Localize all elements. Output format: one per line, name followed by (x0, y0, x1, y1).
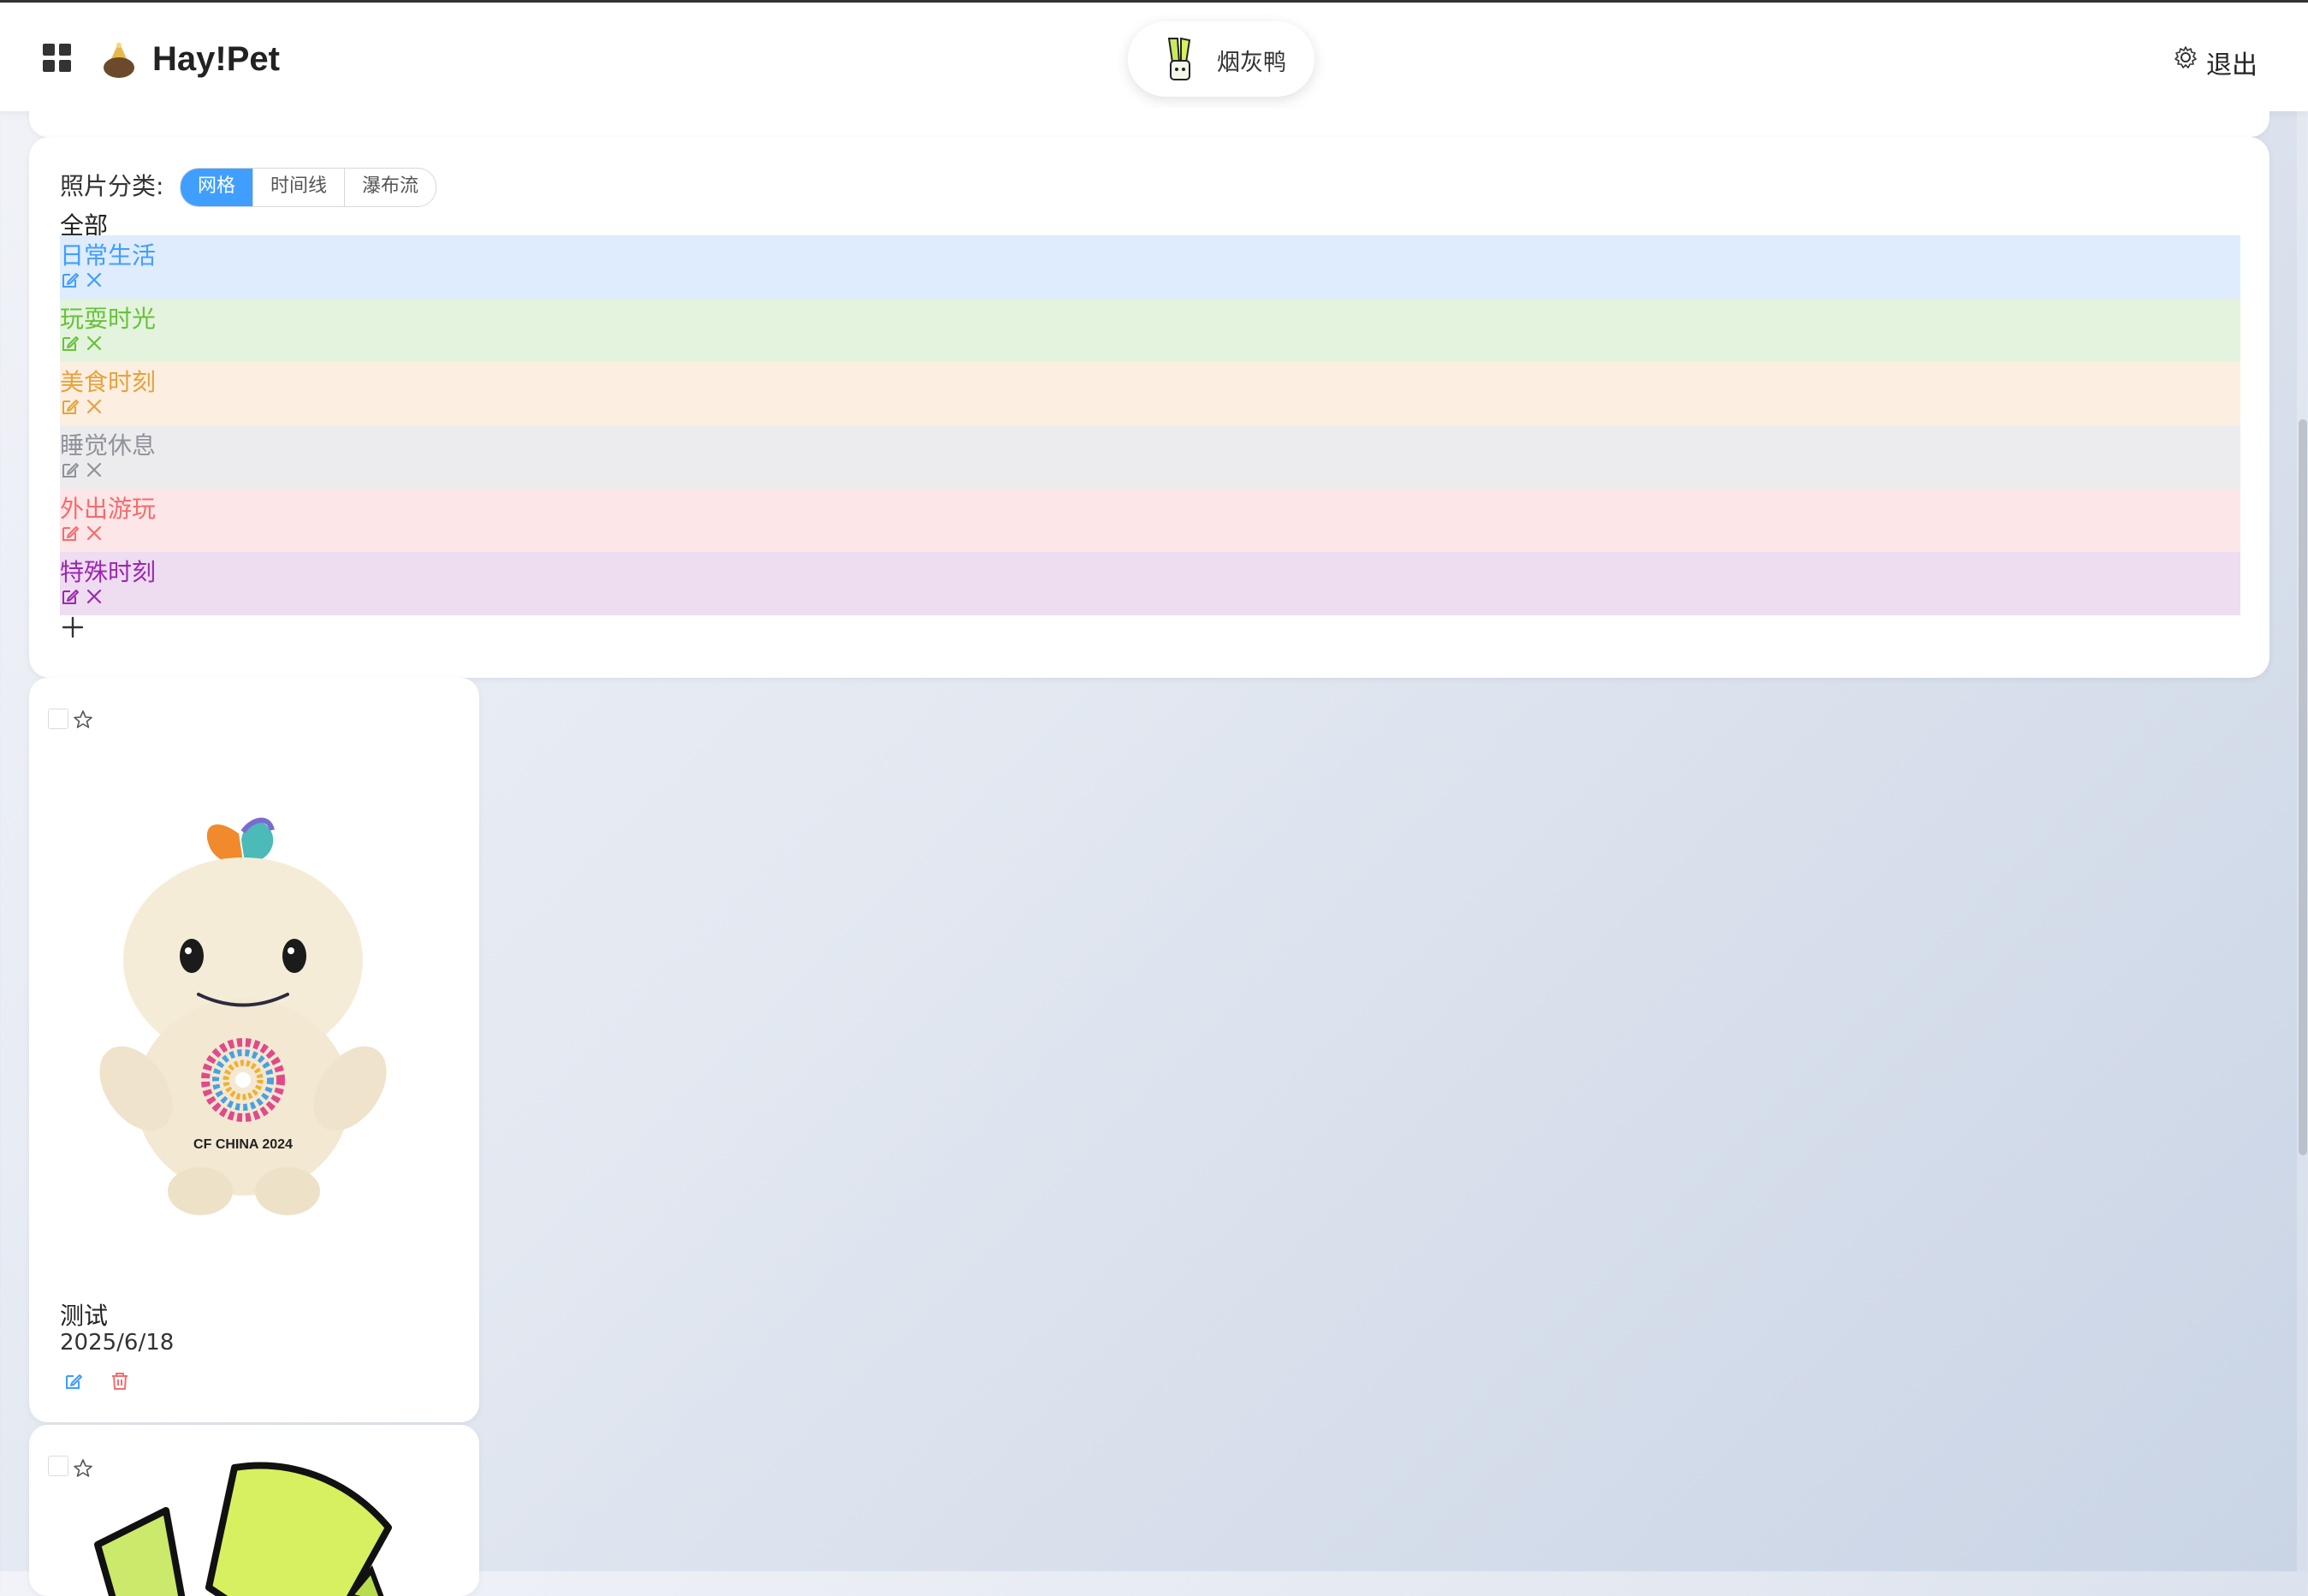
category-row[interactable]: 特殊时刻 (60, 552, 2240, 615)
category-row[interactable]: 日常生活 (60, 235, 2240, 299)
photo-title: 测试 (60, 1302, 109, 1330)
photo-date: 2025/6/18 (60, 1330, 175, 1356)
star-icon[interactable] (72, 709, 94, 731)
logo-icon (104, 42, 134, 78)
view-mode-toggle: 网格 时间线 瀑布流 (180, 168, 437, 207)
photo-card[interactable] (29, 1425, 479, 1596)
select-checkbox[interactable] (48, 709, 68, 729)
user-name: 烟灰鸭 (1217, 50, 1286, 76)
apps-grid-icon[interactable] (43, 44, 72, 73)
close-icon[interactable] (86, 461, 103, 478)
view-mode-timeline[interactable]: 时间线 (253, 169, 346, 206)
edit-icon[interactable] (60, 333, 80, 353)
category-row[interactable]: 睡觉休息 (60, 425, 2240, 489)
photo-card[interactable]: CF CHINA 2024 测试 2025/6/18 (29, 678, 479, 1422)
user-avatar (1167, 37, 1191, 80)
close-icon[interactable] (86, 271, 103, 288)
close-icon[interactable] (86, 588, 103, 605)
logout-label: 退出 (2206, 50, 2258, 80)
photo-image: CF CHINA 2024 (99, 817, 387, 1215)
top-header: Hay!Pet 烟灰鸭 退出 (0, 0, 2308, 111)
close-icon[interactable] (86, 335, 103, 352)
scrollbar-thumb[interactable] (2299, 419, 2307, 1155)
close-icon[interactable] (86, 398, 103, 415)
gear-icon (2175, 46, 2197, 68)
edit-icon[interactable] (60, 460, 80, 480)
view-mode-waterfall[interactable]: 瀑布流 (345, 169, 436, 206)
category-row[interactable]: 美食时刻 (60, 362, 2240, 425)
edit-icon[interactable] (60, 270, 80, 290)
edit-icon[interactable] (60, 523, 80, 543)
edit-icon[interactable] (60, 396, 80, 417)
category-label: 照片分类: (60, 172, 164, 200)
photo-image (94, 1462, 392, 1596)
category-name: 特殊时刻 (60, 558, 157, 586)
category-name: 睡觉休息 (60, 431, 157, 460)
edit-icon[interactable] (63, 1371, 84, 1391)
close-icon[interactable] (86, 525, 103, 542)
category-row[interactable]: 玩耍时光 (60, 299, 2240, 362)
edit-icon[interactable] (60, 586, 80, 607)
category-name: 日常生活 (60, 241, 157, 270)
category-name: 外出游玩 (60, 495, 157, 523)
trash-icon[interactable] (110, 1371, 130, 1391)
category-name: 美食时刻 (60, 368, 157, 396)
category-name: 玩耍时光 (60, 305, 157, 333)
category-row[interactable]: 外出游玩 (60, 489, 2240, 552)
category-panel: 照片分类: 网格 时间线 瀑布流 全部 日常生活 玩耍时光 美食时刻 睡觉休息 外出游玩… (29, 137, 2269, 678)
header-strip (29, 108, 2269, 137)
brand-name: Hay!Pet (152, 40, 280, 78)
user-profile-button[interactable]: 烟灰鸭 (1128, 21, 1314, 97)
view-mode-grid[interactable]: 网格 (181, 169, 254, 206)
add-category-icon[interactable] (62, 616, 84, 638)
photo-badge-text: CF CHINA 2024 (193, 1137, 293, 1152)
